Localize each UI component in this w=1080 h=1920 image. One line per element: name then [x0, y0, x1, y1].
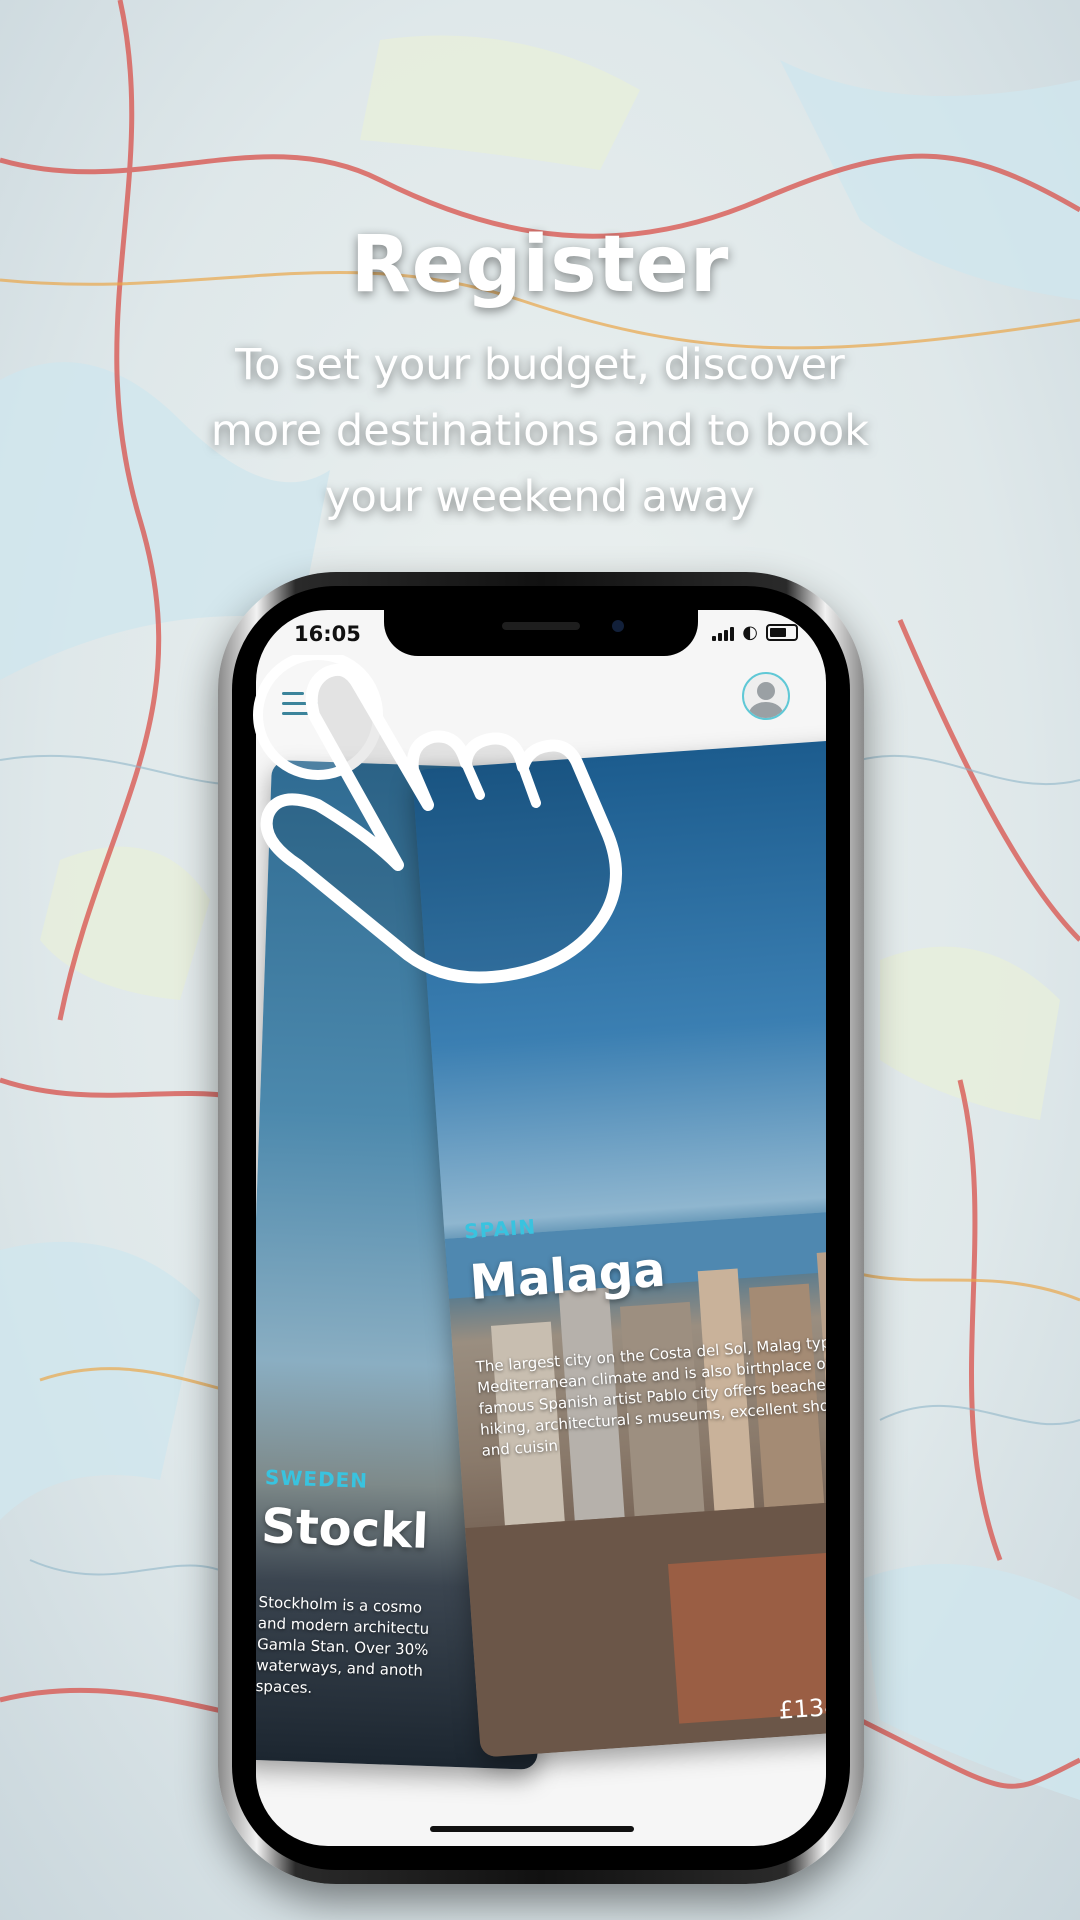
speaker-grille [502, 622, 580, 630]
status-icons: ◐ [712, 622, 798, 643]
promo-title: Register [350, 220, 730, 310]
home-indicator [430, 1826, 634, 1832]
status-time: 16:05 [294, 622, 361, 646]
phone-notch [384, 610, 698, 656]
user-profile-icon[interactable] [742, 672, 790, 720]
card-country: SWEDEN [264, 1465, 369, 1493]
wifi-icon: ◐ [742, 622, 758, 643]
card-description: Stockholm is a cosmo and modern architec… [256, 1593, 430, 1697]
battery-icon [766, 624, 798, 641]
signal-icon [712, 625, 735, 641]
card-city: Stockl [260, 1498, 430, 1560]
promo-subtitle: To set your budget, discover more destin… [210, 340, 870, 522]
front-camera [612, 620, 624, 632]
card-country: SPAIN [463, 1214, 537, 1244]
tap-hand-icon [253, 655, 622, 984]
